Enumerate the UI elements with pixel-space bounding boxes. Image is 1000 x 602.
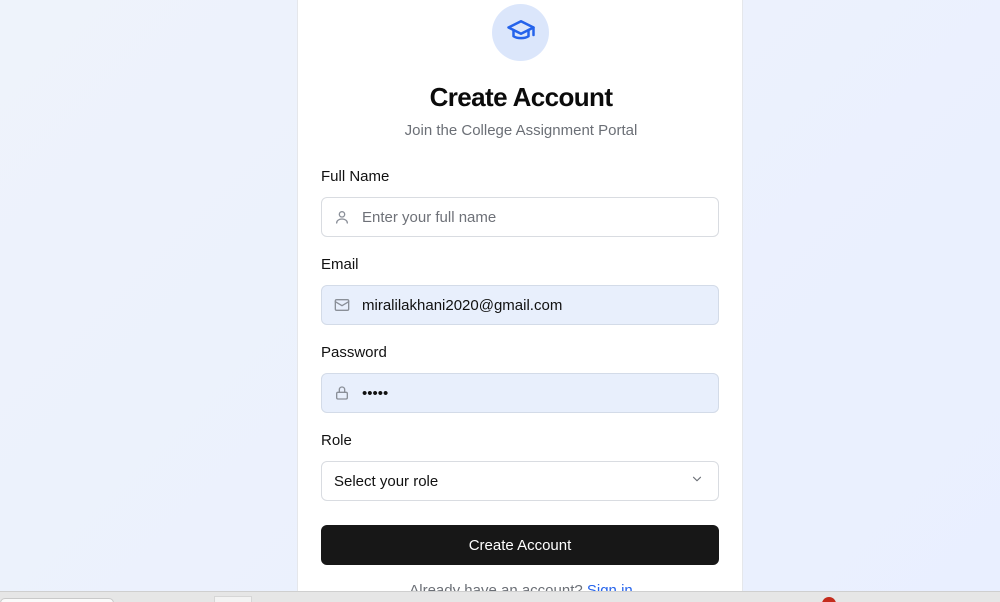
taskbar-search-box[interactable] — [0, 598, 114, 602]
role-select[interactable]: Select your role — [321, 461, 719, 501]
signup-card: Create Account Join the College Assignme… — [297, 0, 743, 602]
password-input[interactable] — [362, 384, 702, 402]
full-name-field[interactable] — [321, 197, 719, 237]
role-select-value: Select your role — [334, 472, 439, 490]
notification-badge-icon[interactable] — [822, 597, 836, 602]
chevron-down-icon — [690, 472, 704, 491]
password-field[interactable] — [321, 373, 719, 413]
mail-icon — [322, 286, 362, 324]
lock-icon — [322, 374, 362, 412]
page-title: Create Account — [429, 82, 613, 112]
password-label: Password — [321, 344, 387, 361]
os-taskbar — [0, 591, 1000, 602]
taskbar-app-button[interactable] — [214, 596, 252, 602]
email-label: Email — [321, 256, 359, 273]
full-name-label: Full Name — [321, 168, 390, 185]
email-input[interactable] — [362, 296, 702, 314]
page-subtitle: Join the College Assignment Portal — [404, 122, 638, 139]
logo-badge — [492, 4, 549, 61]
graduation-cap-icon — [506, 15, 536, 50]
email-field[interactable] — [321, 285, 719, 325]
role-label: Role — [321, 432, 352, 449]
user-icon — [322, 198, 362, 236]
create-account-button[interactable]: Create Account — [321, 525, 719, 565]
full-name-input[interactable] — [362, 208, 702, 226]
